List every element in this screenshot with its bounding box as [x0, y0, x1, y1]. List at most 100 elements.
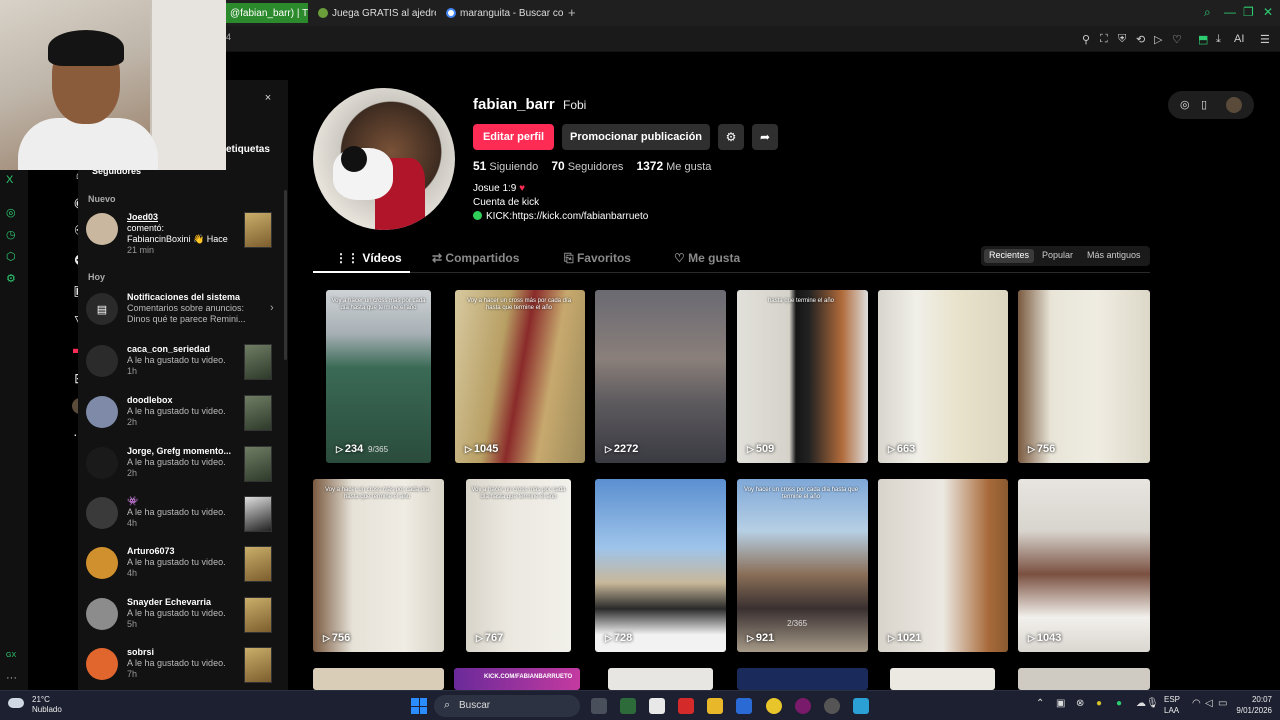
- notification-user[interactable]: caca_con_seriedad: [127, 344, 235, 354]
- notification-user[interactable]: Joed03: [127, 212, 235, 222]
- tab-favorites[interactable]: ⎘ Favoritos: [564, 251, 631, 266]
- search-icon[interactable]: ⌕: [1204, 5, 1211, 20]
- minecraft-icon[interactable]: [620, 698, 636, 714]
- puzzle-icon[interactable]: ⬡: [6, 250, 16, 263]
- notification-item[interactable]: Snayder Echevarria A le ha gustado tu vi…: [86, 595, 276, 641]
- steam-icon[interactable]: [824, 698, 840, 714]
- volume-icon[interactable]: ◁: [1205, 698, 1213, 709]
- browser-tab-search[interactable]: maranguita - Buscar con G: [440, 3, 564, 23]
- notification-item[interactable]: Joed03 comentó: FabiancinBoxini 👋 Hace 2…: [86, 210, 276, 256]
- task-view-icon[interactable]: [591, 698, 607, 714]
- video-card[interactable]: ▷ 756: [1018, 290, 1150, 463]
- wifi-icon[interactable]: ◠: [1192, 698, 1201, 709]
- video-card[interactable]: Voy hacer un cross por cada día hasta qu…: [737, 479, 868, 652]
- video-card-partial[interactable]: [890, 668, 995, 690]
- browser-tab-chess[interactable]: Juega GRATIS al ajedrez c: [312, 3, 436, 23]
- sort-popular[interactable]: Popular: [1037, 249, 1078, 263]
- scrollbar[interactable]: [284, 190, 287, 360]
- chevron-right-icon[interactable]: ›: [270, 302, 274, 314]
- notification-item[interactable]: 👾 A le ha gustado tu video. 4h: [86, 494, 276, 540]
- maximize-icon[interactable]: ❐: [1243, 5, 1254, 19]
- ai-icon[interactable]: AI: [1234, 33, 1244, 45]
- wallet-icon[interactable]: ⬒: [1198, 33, 1208, 46]
- video-thumbnail[interactable]: [244, 647, 272, 683]
- video-thumbnail[interactable]: [244, 446, 272, 482]
- close-icon[interactable]: ×: [260, 90, 276, 106]
- settings-icon[interactable]: ⚙: [6, 272, 16, 285]
- compass-icon[interactable]: ◎: [1180, 98, 1190, 111]
- video-card[interactable]: ▷ 663: [878, 290, 1008, 463]
- opera-gx-icon[interactable]: [795, 698, 811, 714]
- notification-user[interactable]: sobrsi: [127, 647, 235, 657]
- tray-cloud-icon[interactable]: ☁: [1136, 698, 1146, 709]
- video-card[interactable]: ▷ 1021: [878, 479, 1008, 652]
- settings-gear-icon[interactable]: ⚙: [718, 124, 744, 150]
- minimize-icon[interactable]: —: [1224, 5, 1236, 19]
- notification-user[interactable]: Snayder Echevarria: [127, 597, 235, 607]
- video-thumbnail[interactable]: [244, 546, 272, 582]
- stat-followers[interactable]: 70 Seguidores: [551, 159, 623, 173]
- mini-avatar-icon[interactable]: [1226, 97, 1242, 113]
- circle-icon[interactable]: ◎: [6, 206, 16, 219]
- avatar[interactable]: [86, 547, 118, 579]
- stat-following[interactable]: 51 Siguiendo: [473, 159, 538, 173]
- crop-icon[interactable]: ⛶: [1100, 33, 1108, 46]
- tab-liked[interactable]: ♡ Me gusta: [674, 251, 740, 265]
- battery-icon[interactable]: ▭: [1218, 698, 1227, 709]
- download-icon[interactable]: ⤓: [1216, 33, 1221, 46]
- video-card[interactable]: ▷ 728: [595, 479, 726, 652]
- video-thumbnail[interactable]: [244, 597, 272, 633]
- avatar[interactable]: [86, 345, 118, 377]
- tray-sync-icon[interactable]: ⊗: [1076, 698, 1084, 709]
- notification-user[interactable]: Arturo6073: [127, 546, 235, 556]
- file-icon[interactable]: [649, 698, 665, 714]
- notification-user[interactable]: doodlebox: [127, 395, 235, 405]
- heart-icon[interactable]: ♡: [1172, 33, 1182, 46]
- pin-icon[interactable]: ⚲: [1082, 33, 1090, 46]
- notification-item[interactable]: doodlebox A le ha gustado tu video. 2h: [86, 393, 276, 439]
- wps-icon[interactable]: [678, 698, 694, 714]
- avatar[interactable]: [86, 598, 118, 630]
- video-card[interactable]: Voy a hacer un cross más por cada día ha…: [326, 290, 431, 463]
- avatar[interactable]: [86, 447, 118, 479]
- file-explorer-icon[interactable]: [707, 698, 723, 714]
- browser-tab-tiktok[interactable]: @fabian_barr) | TikT: [224, 3, 308, 23]
- tab-etiquetas[interactable]: etiquetas: [226, 144, 270, 155]
- video-card-partial[interactable]: [737, 668, 868, 690]
- tab-shared[interactable]: ⇄ Compartidos: [432, 251, 519, 265]
- video-thumbnail[interactable]: [244, 344, 272, 380]
- notification-item-system[interactable]: ▤ Notificaciones del sistema Comentarios…: [86, 290, 276, 336]
- menu-icon[interactable]: ☰: [1260, 33, 1270, 46]
- video-card[interactable]: hasta que termine el año ▷ 509: [737, 290, 868, 463]
- play-icon[interactable]: ▷: [1154, 33, 1162, 46]
- edit-profile-button[interactable]: Editar perfil: [473, 124, 554, 150]
- notification-item[interactable]: sobrsi A le ha gustado tu video. 7h: [86, 645, 276, 691]
- tray-gx-icon[interactable]: ●: [1116, 698, 1122, 709]
- windows-start-icon[interactable]: [411, 698, 427, 714]
- phone-icon[interactable]: ▯: [1201, 98, 1207, 111]
- video-thumbnail[interactable]: [244, 496, 272, 532]
- notepad-icon[interactable]: [853, 698, 869, 714]
- more-dots-icon[interactable]: ···: [6, 672, 17, 684]
- avatar[interactable]: [86, 396, 118, 428]
- x-icon[interactable]: X: [6, 174, 13, 186]
- video-card-partial[interactable]: [608, 668, 713, 690]
- microphone-icon[interactable]: 🎙: [1146, 698, 1159, 709]
- video-card[interactable]: ▷ 1043: [1018, 479, 1150, 652]
- clock-icon[interactable]: ◷: [6, 228, 16, 241]
- video-thumbnail[interactable]: [244, 212, 272, 248]
- chevron-up-icon[interactable]: ⌃: [1036, 698, 1044, 709]
- translate-icon[interactable]: ⟲: [1136, 33, 1145, 46]
- chrome-icon[interactable]: [766, 698, 782, 714]
- bio-line-3[interactable]: KICK:https://kick.com/fabianbarrueto: [473, 211, 648, 222]
- language-indicator[interactable]: ESP LAA: [1164, 694, 1180, 716]
- system-clock[interactable]: 20:07 9/01/2026: [1228, 694, 1272, 716]
- video-card-partial[interactable]: [1018, 668, 1150, 690]
- close-window-icon[interactable]: ✕: [1263, 5, 1273, 19]
- video-card[interactable]: Voy a hacer un cross más por cada día ha…: [455, 290, 585, 463]
- share-icon[interactable]: ➦: [752, 124, 778, 150]
- video-card[interactable]: Voy a hacer un cross más por cada día ha…: [466, 479, 571, 652]
- copilot-icon[interactable]: [736, 698, 752, 714]
- video-card-partial[interactable]: KICK.COM/FABIANBARRUETO: [454, 668, 580, 690]
- taskbar-search[interactable]: ⌕ Buscar: [434, 695, 580, 717]
